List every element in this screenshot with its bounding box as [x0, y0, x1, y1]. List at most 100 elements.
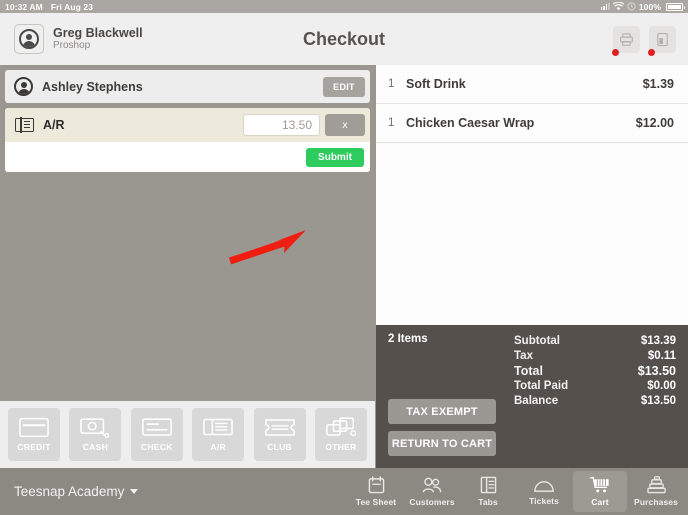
nav-label: Tee Sheet [355, 497, 397, 507]
card-reader-icon [657, 32, 668, 46]
club-ticket-icon [264, 419, 295, 436]
header-device-icons [612, 25, 688, 56]
wifi-icon [612, 2, 624, 11]
nav-label: Cart [591, 497, 609, 507]
totals-row-total-paid: Total Paid $0.00 [514, 379, 676, 394]
totals-row-total: Total $13.50 [514, 364, 676, 379]
customer-name: Ashley Stephens [42, 79, 143, 94]
payment-method-club[interactable]: CLUB [253, 408, 306, 461]
totals-row-subtotal: Subtotal $13.39 [514, 334, 676, 349]
tabs-icon [480, 476, 496, 494]
payment-card: A/R 13.50 x Submit [5, 108, 370, 172]
chevron-down-icon [130, 489, 139, 494]
cart-item-name: Soft Drink [406, 77, 466, 91]
totals-value: $0.00 [647, 380, 676, 392]
cart-item-qty: 1 [388, 117, 395, 129]
payment-method-label: CLUB [267, 442, 292, 452]
current-user[interactable]: Greg Blackwell Proshop [0, 24, 143, 54]
order-totals-panel: 2 Items TAX EXEMPT RETURN TO CART Subtot… [376, 325, 688, 468]
cart-item-row[interactable]: 1 Chicken Caesar Wrap $12.00 [376, 104, 688, 143]
amount-input[interactable]: 13.50 [243, 114, 320, 136]
tee-sheet-icon [368, 476, 384, 494]
tickets-icon [534, 480, 554, 492]
other-payment-icon [326, 417, 356, 437]
ar-ticket-icon [15, 117, 34, 133]
payment-method-check[interactable]: CHECK [130, 408, 183, 461]
main-content: Ashley Stephens EDIT A/R 13.50 x Submit [0, 65, 688, 468]
signal-bars-icon [600, 3, 610, 10]
printer-button[interactable] [612, 25, 640, 56]
totals-right-column: Subtotal $13.39 Tax $0.11 Total $13.50 T… [508, 333, 676, 468]
check-icon [141, 418, 172, 436]
annotation-arrow [228, 230, 306, 265]
payment-method-ar[interactable]: A/R [192, 408, 245, 461]
submit-button[interactable]: Submit [306, 147, 364, 167]
location-services-icon [627, 2, 636, 11]
pos-checkout-screen: 10:32 AM Fri Aug 23 100% Greg Blackwell [0, 0, 688, 515]
nav-item-cart[interactable]: Cart [573, 471, 627, 512]
user-avatar-icon [14, 24, 44, 54]
totals-label: Total Paid [514, 380, 569, 392]
register-icon [646, 476, 666, 494]
edit-customer-button[interactable]: EDIT [323, 76, 365, 97]
remove-payment-button[interactable]: x [325, 114, 365, 136]
user-role: Proshop [53, 40, 91, 52]
payment-method-other[interactable]: OTHER [314, 408, 367, 461]
status-time: 10:32 AM [5, 1, 43, 12]
payment-method-label: CASH [82, 442, 109, 452]
status-date: Fri Aug 23 [50, 1, 94, 12]
cart-item-row[interactable]: 1 Soft Drink $1.39 [376, 65, 688, 104]
payment-line-label: A/R [43, 118, 65, 132]
ar-ticket-icon [203, 418, 233, 436]
bottom-navigation: Teesnap Academy Tee Sheet Customers Tabs… [0, 468, 688, 515]
tax-exempt-button[interactable]: TAX EXEMPT [388, 399, 496, 424]
printer-icon [620, 32, 633, 46]
customer-card: Ashley Stephens EDIT [5, 70, 370, 103]
customer-row[interactable]: Ashley Stephens EDIT [5, 70, 370, 103]
nav-item-tickets[interactable]: Tickets [517, 471, 571, 512]
cart-item-price: $1.39 [642, 77, 674, 91]
totals-actions: TAX EXEMPT RETURN TO CART [388, 399, 508, 468]
totals-value: $0.11 [647, 350, 676, 362]
cart-items-list: 1 Soft Drink $1.39 1 Chicken Caesar Wrap… [376, 65, 688, 325]
cart-item-name: Chicken Caesar Wrap [406, 116, 535, 130]
payment-method-label: OTHER [325, 442, 357, 452]
status-indicators: 100% [600, 1, 685, 12]
totals-value: $13.50 [640, 395, 676, 407]
nav-item-tabs[interactable]: Tabs [461, 471, 515, 512]
payment-method-credit[interactable]: CREDIT [8, 408, 60, 461]
totals-row-balance: Balance $13.50 [514, 394, 676, 409]
payment-method-label: CREDIT [17, 442, 51, 452]
shopping-cart-icon [590, 477, 609, 493]
ios-status-bar: 10:32 AM Fri Aug 23 100% [0, 0, 688, 13]
nav-item-purchases[interactable]: Purchases [629, 471, 683, 512]
submit-row: Submit [5, 142, 370, 172]
totals-left-column: 2 Items TAX EXEMPT RETURN TO CART [388, 333, 508, 468]
payment-method-cash[interactable]: CASH [69, 408, 122, 461]
payment-methods-bar: CREDIT CASH CHECK A/R CLUB OTHER [0, 401, 375, 468]
totals-label: Balance [514, 395, 559, 407]
nav-label: Purchases [634, 497, 678, 507]
cart-panel: 1 Soft Drink $1.39 1 Chicken Caesar Wrap… [376, 65, 688, 468]
nav-item-customers[interactable]: Customers [405, 471, 459, 512]
user-name: Greg Blackwell [53, 26, 143, 41]
nav-item-tee-sheet[interactable]: Tee Sheet [349, 471, 403, 512]
cash-icon [80, 418, 110, 438]
card-reader-status-dot [648, 48, 655, 56]
nav-label: Tickets [529, 495, 559, 506]
return-to-cart-button[interactable]: RETURN TO CART [388, 431, 496, 456]
customer-avatar-icon [14, 77, 33, 96]
payment-method-label: CHECK [140, 442, 173, 452]
payment-method-label: A/R [210, 442, 226, 452]
printer-status-dot [612, 48, 619, 56]
totals-label: Tax [514, 350, 533, 362]
checkout-panel: Ashley Stephens EDIT A/R 13.50 x Submit [0, 65, 375, 468]
credit-card-icon [19, 417, 49, 438]
facility-name: Teesnap Academy [14, 484, 125, 499]
totals-value: $13.50 [637, 364, 676, 378]
cart-item-price: $12.00 [635, 116, 674, 130]
card-reader-button[interactable] [648, 25, 676, 56]
facility-selector[interactable]: Teesnap Academy [0, 484, 139, 499]
battery-percent: 100% [638, 1, 661, 12]
items-count: 2 Items [388, 333, 428, 345]
